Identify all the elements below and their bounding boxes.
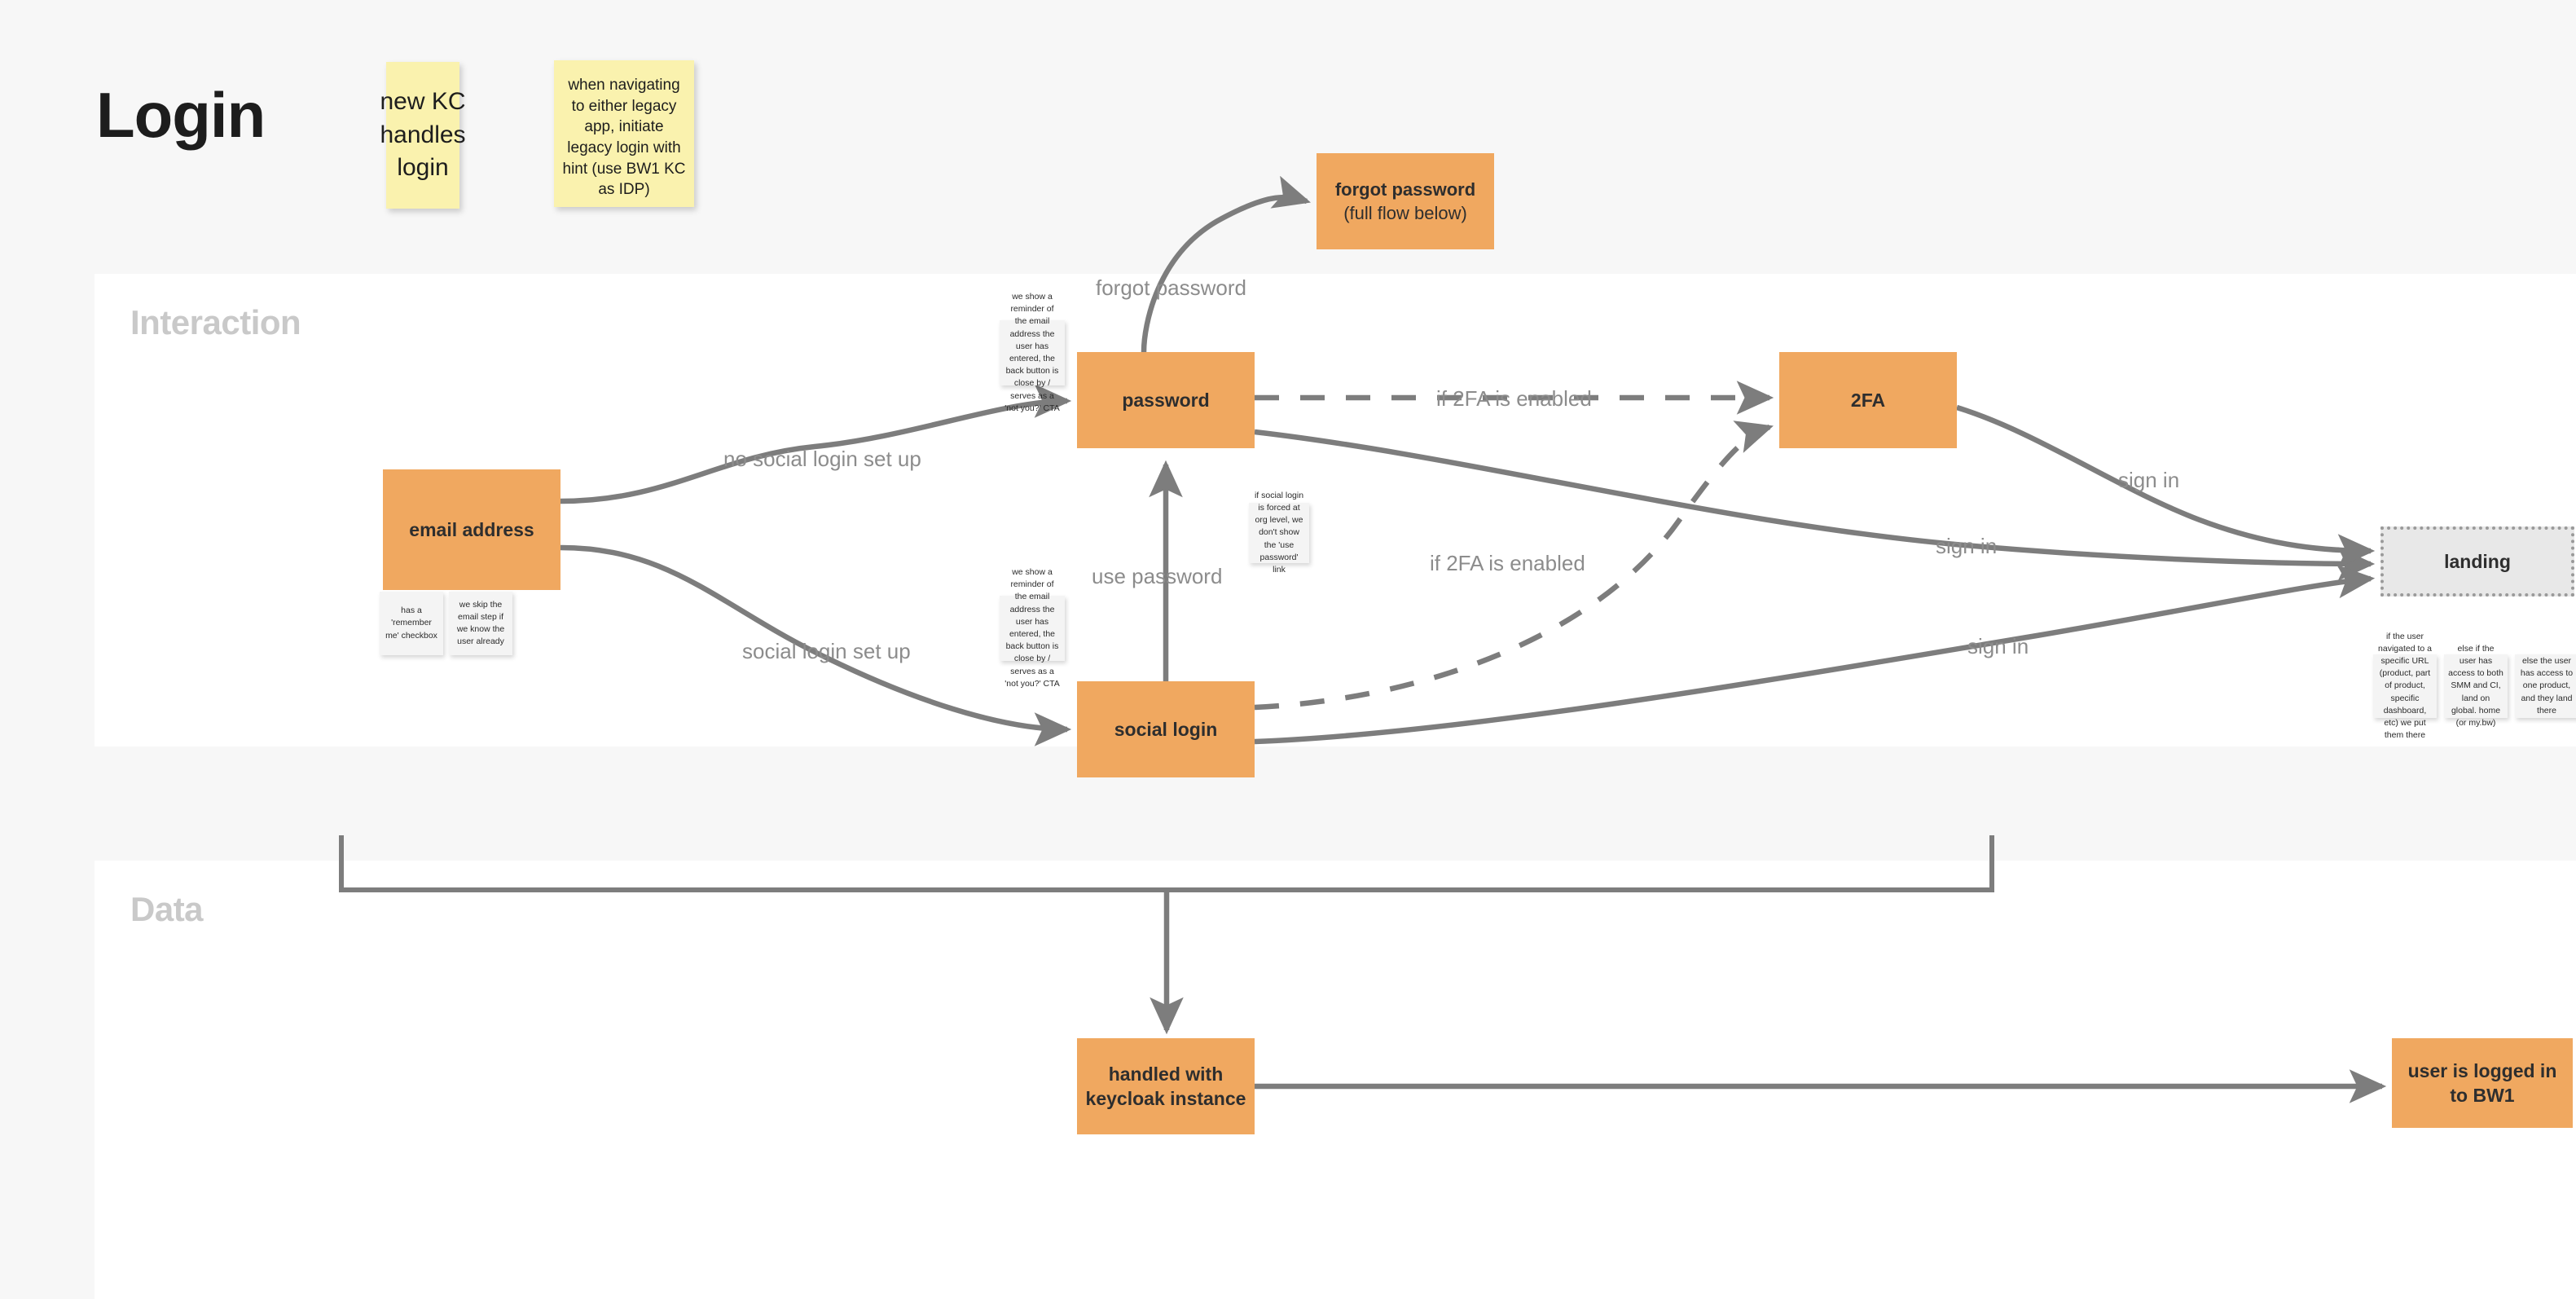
edge-label-social-login-set-up: social login set up [742,639,911,663]
note-skip-email-step: we skip the email step if we know the us… [449,592,512,655]
lane-data [95,861,2576,1299]
edge-label-sign-in-social: sign in [1967,634,2029,658]
edge-label-forgot-password: forgot password [1096,275,1246,300]
node-landing[interactable]: landing [2380,526,2574,597]
edge-label-no-social-login: no social login set up [723,447,921,471]
sticky-note-new-kc: new KC handles login [380,62,466,209]
edge-label-use-password: use password [1092,564,1223,588]
sticky-note-legacy-login: when navigating to either legacy app, in… [554,60,694,207]
node-user-logged-in-bw1[interactable]: user is logged in to BW1 [2392,1038,2573,1128]
node-forgot-password-title: forgot password [1334,178,1476,200]
node-keycloak-instance[interactable]: handled with keycloak instance [1077,1038,1255,1134]
page-title: Login [96,79,266,151]
diagram-canvas: Login Interaction Data new KC handles lo… [0,0,2576,1299]
node-forgot-password-subtitle: (full flow below) [1343,203,1467,223]
node-password[interactable]: password [1077,352,1255,448]
edge-label-sign-in-password: sign in [1936,534,1998,558]
node-2fa[interactable]: 2FA [1779,352,1957,448]
edge-label-sign-in-2fa: sign in [2118,468,2180,492]
edge-label-2fa-enabled-password: if 2FA is enabled [1436,386,1592,411]
node-email-address[interactable]: email address [383,469,560,590]
node-social-login[interactable]: social login [1077,681,1255,777]
node-forgot-password[interactable]: forgot password (full flow below) [1317,153,1494,249]
lane-title-data: Data [130,890,204,928]
note-email-reminder-social: we show a reminder of the email address … [1000,567,1065,689]
note-social-forced-org: if social login is forced at org level, … [1249,491,1309,575]
note-landing-specific-url: if the user navigated to a specific URL … [2373,632,2437,740]
note-remember-me: has a 'remember me' checkbox [380,592,443,655]
edge-label-2fa-enabled-social: if 2FA is enabled [1430,551,1585,575]
lane-title-interaction: Interaction [130,303,301,341]
note-email-reminder-password: we show a reminder of the email address … [1000,292,1065,413]
note-landing-both-products: else if the user has access to both SMM … [2444,644,2508,728]
note-landing-one-product: else the user has access to one product,… [2515,654,2576,718]
